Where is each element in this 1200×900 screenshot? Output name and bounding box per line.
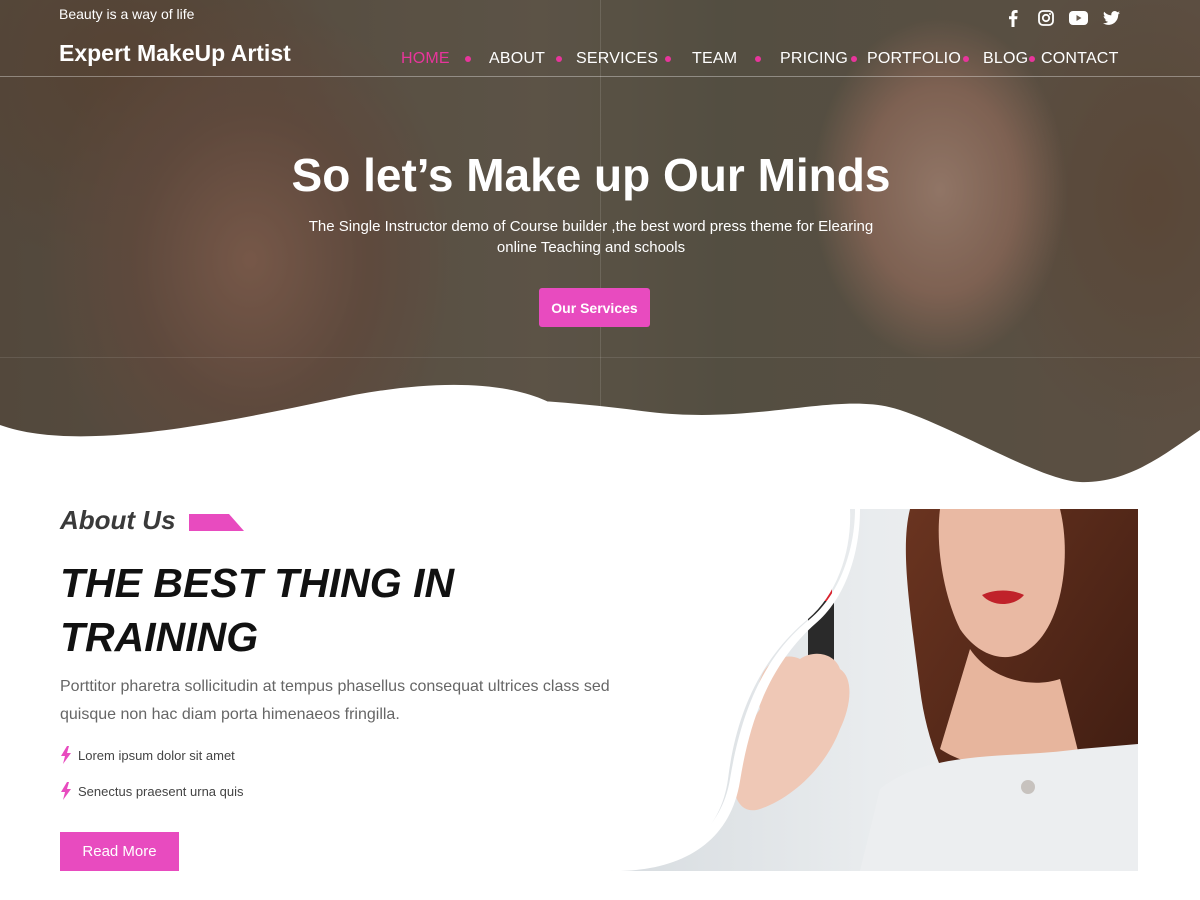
nav-portfolio[interactable]: PORTFOLIO [867, 48, 961, 70]
nav-separator-dot [755, 56, 761, 62]
hero-wave-divider [0, 384, 1200, 485]
accent-flag-icon [189, 514, 244, 531]
feature-item: Senectus praesent urna quis [60, 782, 244, 800]
nav-separator-dot [963, 56, 969, 62]
social-links [996, 8, 1128, 28]
about-image [610, 509, 1138, 871]
main-navigation: HOME ABOUT SERVICES TEAM PRICING PORTFOL… [0, 48, 1200, 70]
lightning-icon [60, 782, 74, 800]
lightning-icon [60, 746, 74, 764]
nav-home[interactable]: HOME [401, 48, 450, 70]
instagram-icon[interactable] [1029, 8, 1062, 28]
hero-title: So let’s Make up Our Minds [291, 149, 891, 201]
twitter-icon[interactable] [1095, 8, 1128, 28]
nav-separator-dot [1029, 56, 1035, 62]
nav-separator-dot [556, 56, 562, 62]
our-services-button[interactable]: Our Services [539, 288, 650, 327]
facebook-icon[interactable] [996, 8, 1029, 28]
nav-separator-dot [665, 56, 671, 62]
hero-image-divider-horizontal [0, 357, 1200, 358]
read-more-button[interactable]: Read More [60, 832, 179, 871]
header-divider [0, 76, 1200, 77]
nav-blog[interactable]: BLOG [983, 48, 1028, 70]
nav-about[interactable]: ABOUT [489, 48, 545, 70]
feature-text: Senectus praesent urna quis [78, 783, 244, 799]
site-tagline: Beauty is a way of life [59, 6, 195, 22]
nav-contact[interactable]: CONTACT [1041, 48, 1119, 70]
feature-item: Lorem ipsum dolor sit amet [60, 746, 235, 764]
nav-services[interactable]: SERVICES [576, 48, 658, 70]
nav-separator-dot [465, 56, 471, 62]
nav-team[interactable]: TEAM [692, 48, 737, 70]
about-description: Porttitor pharetra sollicitudin at tempu… [60, 678, 615, 723]
about-section-label: About Us [60, 505, 176, 535]
hero-subtitle: The Single Instructor demo of Course bui… [308, 218, 874, 256]
feature-text: Lorem ipsum dolor sit amet [78, 747, 235, 763]
about-heading: THE BEST THING IN TRAINING [60, 560, 455, 660]
nav-separator-dot [851, 56, 857, 62]
hero-section: Beauty is a way of life Expert MakeUp Ar… [0, 0, 1200, 485]
nav-pricing[interactable]: PRICING [780, 48, 848, 70]
youtube-icon[interactable] [1062, 8, 1095, 28]
